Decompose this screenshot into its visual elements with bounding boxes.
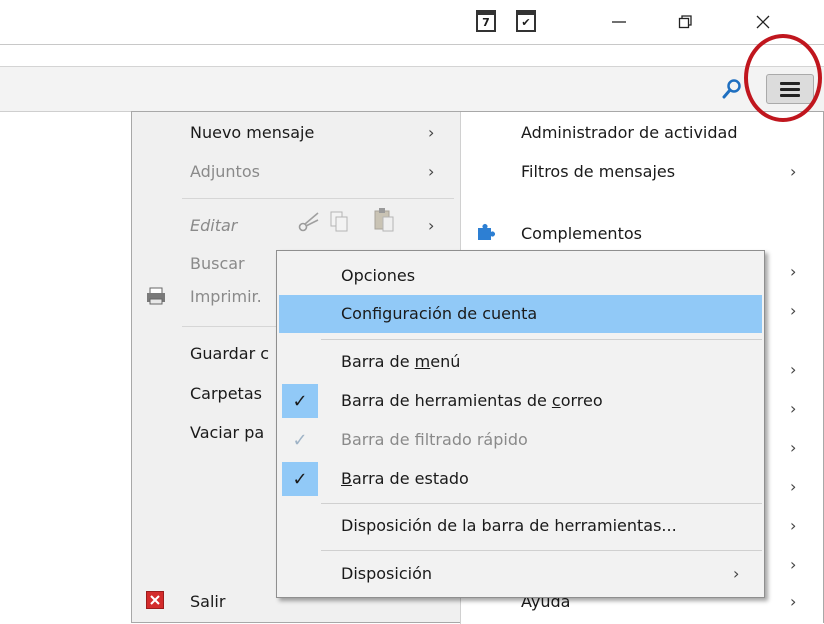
menu-item-vaciar[interactable]: Vaciar pa: [190, 423, 264, 443]
submenu-item-label: Disposición de la barra de herramientas.…: [341, 516, 677, 535]
menu-item-editar[interactable]: Editar: [190, 216, 237, 236]
chevron-right-icon: ›: [790, 301, 797, 320]
chevron-right-icon: ›: [790, 592, 797, 611]
calendar-icon[interactable]: 7: [476, 10, 496, 32]
scissors-icon[interactable]: [296, 208, 322, 234]
paste-icon[interactable]: [372, 206, 396, 234]
submenu-item-label: Barra de filtrado rápido: [341, 430, 528, 449]
chevron-right-icon: ›: [790, 555, 797, 574]
checkmark-icon: ✓: [282, 384, 318, 418]
accesskey-letter: m: [414, 352, 431, 371]
options-submenu: Opciones Configuración de cuenta Barra d…: [276, 250, 765, 598]
submenu-item-disposicion-barra[interactable]: Disposición de la barra de herramientas.…: [279, 507, 762, 545]
printer-icon: [145, 285, 167, 307]
menu-item-filtros-mensajes[interactable]: Filtros de mensajes: [521, 162, 675, 182]
submenu-item-label: Configuración de cuenta: [341, 304, 538, 323]
menu-item-carpetas[interactable]: Carpetas: [190, 384, 262, 404]
restore-icon[interactable]: [662, 0, 708, 44]
submenu-item-barra-estado[interactable]: ✓ Barra de estado: [279, 460, 762, 498]
menu-item-salir[interactable]: Salir: [190, 592, 225, 612]
label-part: orreo: [560, 391, 603, 410]
search-icon[interactable]: [722, 78, 742, 100]
submenu-item-barra-herramientas-correo[interactable]: ✓ Barra de herramientas de correo: [279, 382, 762, 420]
submenu-item-opciones[interactable]: Opciones: [279, 257, 762, 295]
tasks-icon[interactable]: ✔: [516, 10, 536, 32]
chevron-right-icon: ›: [790, 477, 797, 496]
menu-item-complementos[interactable]: Complementos: [521, 224, 642, 244]
minimize-icon[interactable]: [596, 0, 642, 44]
label-part: Barra de: [341, 352, 415, 371]
chevron-right-icon: ›: [428, 162, 435, 181]
chevron-right-icon: ›: [790, 360, 797, 379]
copy-icon[interactable]: [328, 208, 350, 234]
menu-item-adjuntos[interactable]: Adjuntos: [190, 162, 260, 182]
label-part: Barra de herramientas de: [341, 391, 552, 410]
label-part: arra de estado: [351, 469, 469, 488]
submenu-item-label: Barra de herramientas de correo: [341, 391, 603, 411]
submenu-item-label: Disposición: [341, 564, 432, 583]
puzzle-icon: [475, 222, 495, 242]
checkmark-icon: ✓: [282, 462, 318, 496]
submenu-separator: [321, 550, 762, 551]
task-check-glyph: ✔: [521, 16, 531, 29]
label-part: enú: [430, 352, 461, 371]
menu-item-imprimir[interactable]: Imprimir.: [190, 287, 262, 307]
submenu-item-configuracion-cuenta[interactable]: Configuración de cuenta: [279, 295, 762, 333]
submenu-item-barra-menu[interactable]: Barra de menú: [279, 343, 762, 381]
checkmark-icon: ✓: [292, 429, 308, 451]
menu-separator: [182, 198, 454, 199]
accesskey-letter: B: [341, 469, 352, 488]
chevron-right-icon: ›: [790, 516, 797, 535]
chevron-right-icon: ›: [790, 162, 797, 181]
submenu-item-disposicion[interactable]: Disposición ›: [279, 555, 762, 593]
menu-item-buscar[interactable]: Buscar: [190, 254, 245, 274]
menu-item-administrador-actividad[interactable]: Administrador de actividad: [521, 123, 737, 143]
calendar-day-number: 7: [482, 16, 490, 29]
submenu-separator: [321, 503, 762, 504]
chevron-right-icon: ›: [790, 399, 797, 418]
chevron-right-icon: ›: [790, 438, 797, 457]
chevron-right-icon: ›: [428, 216, 435, 235]
menu-item-nuevo-mensaje[interactable]: Nuevo mensaje: [190, 123, 314, 143]
submenu-item-label: Opciones: [341, 266, 416, 285]
annotation-circle: [744, 34, 822, 122]
titlebar-divider: [0, 44, 824, 45]
menu-item-guardar[interactable]: Guardar c: [190, 344, 269, 364]
mail-toolbar: [0, 66, 824, 112]
submenu-separator: [321, 339, 762, 340]
chevron-right-icon: ›: [790, 262, 797, 281]
accesskey-letter: c: [551, 391, 561, 410]
submenu-item-label: Barra de estado: [341, 469, 469, 489]
chevron-right-icon: ›: [733, 564, 740, 583]
chevron-right-icon: ›: [428, 123, 435, 142]
exit-icon: [146, 591, 164, 609]
submenu-item-barra-filtrado-rapido[interactable]: ✓ Barra de filtrado rápido: [279, 421, 762, 459]
submenu-item-label: Barra de menú: [341, 352, 460, 372]
